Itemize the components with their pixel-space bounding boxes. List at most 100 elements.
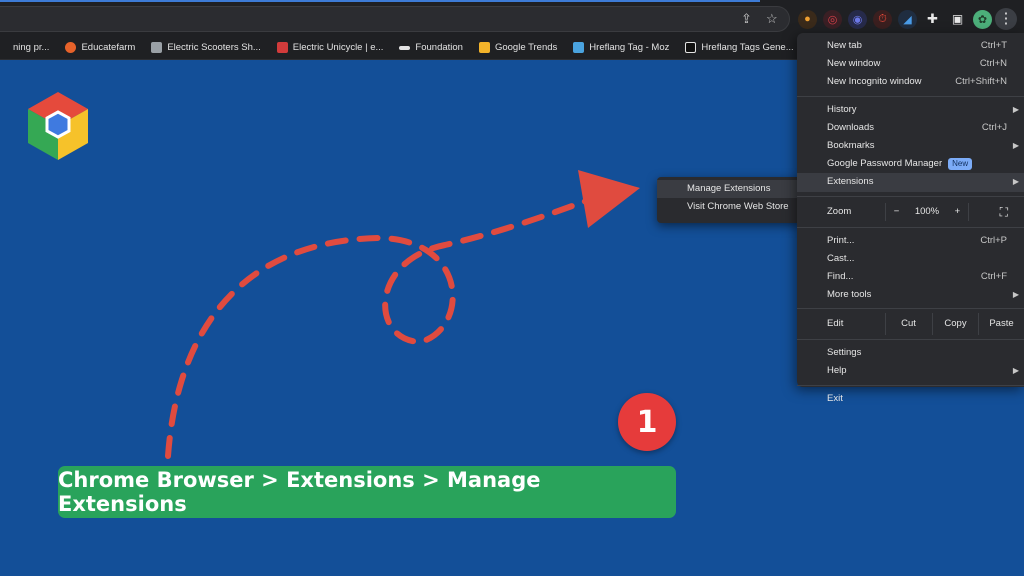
extensions-toolbar: ● ◎ ◉ ⏱ ◢ ✚ ▣ ✿ [798,8,992,30]
menu-item-label: Find... [827,270,854,282]
chevron-right-icon: ▶ [1012,177,1019,187]
menu-item-label: Settings [827,347,862,359]
menu-item-edit: Edit Cut Copy Paste [797,313,1024,336]
menu-item-password-manager[interactable]: Google Password Manager New [797,155,1024,173]
browser-toolbar: ⇪ ☆ ● ◎ ◉ ⏱ ◢ ✚ ▣ ✿ ⋮ [0,0,1024,36]
visit-web-store-item[interactable]: Visit Chrome Web Store [657,198,803,216]
bookmark-label: Foundation [415,42,463,53]
menu-divider [797,339,1024,341]
bookmark-item[interactable]: Educatefarm [57,42,143,53]
chrome-main-menu: New tab Ctrl+T New window Ctrl+N New Incog… [797,33,1024,404]
shortcut-label: Ctrl+J [981,121,1007,133]
sidepanel-icon[interactable]: ▣ [948,10,967,29]
menu-item-new-incognito[interactable]: New Incognito window Ctrl+Shift+N [797,73,1024,91]
cut-button[interactable]: Cut [885,313,931,336]
bookmark-favicon-icon [65,42,77,53]
menu-item-extensions[interactable]: Extensions ▶ [797,173,1024,192]
menu-item-cast[interactable]: Cast... [797,250,1024,268]
manage-extensions-item[interactable]: Manage Extensions [657,180,803,198]
menu-item-more-tools[interactable]: More tools ▶ [797,286,1024,304]
shortcut-label: Ctrl+T [980,40,1007,51]
menu-item-history[interactable]: History ▶ [797,101,1024,119]
bookmark-favicon-icon [276,42,288,53]
menu-divider [797,384,1024,386]
bookmark-item[interactable]: Google Trends [471,42,565,53]
chevron-right-icon: ▶ [1012,140,1019,150]
bookmark-star-icon[interactable]: ☆ [766,11,778,27]
chevron-right-icon: ▶ [1012,290,1019,300]
target-icon[interactable]: ◎ [823,9,842,29]
user-icon[interactable]: ● [798,9,817,29]
zoom-out-button[interactable]: − [894,203,900,221]
bookmark-label: Electric Unicycle | e... [292,42,384,53]
menu-item-find[interactable]: Find... Ctrl+F [797,268,1024,286]
arrowhead-icon [578,170,640,228]
bookmark-favicon-icon [573,42,585,53]
shortcut-label: Ctrl+Shift+N [955,76,1007,88]
profile-avatar-icon[interactable]: ✿ [973,9,992,29]
step-number-badge: 1 [618,393,676,451]
menu-item-label: Edit [827,318,844,330]
bookmark-item[interactable]: Electric Scooters Sh... [143,42,268,53]
menu-item-print[interactable]: Print... Ctrl+P [797,232,1024,250]
shortcut-label: Ctrl+N [979,58,1007,70]
tab-strip-accent [0,0,760,2]
fullscreen-icon[interactable]: ⛶ [1000,201,1008,223]
chart-icon[interactable]: ◢ [898,9,917,29]
chrome-extension-logo-icon [28,92,88,160]
menu-item-exit[interactable]: Exit [797,390,1024,408]
menu-item-settings[interactable]: Settings [797,344,1024,362]
menu-item-bookmarks[interactable]: Bookmarks ▶ [797,137,1024,155]
menu-item-label: Bookmarks [827,139,875,151]
menu-divider [797,95,1024,97]
address-bar[interactable]: ⇪ ☆ [0,6,790,32]
menu-divider [797,195,1024,197]
ring-icon[interactable]: ◉ [848,9,867,29]
paste-button[interactable]: Paste [978,313,1024,336]
bookmark-favicon-icon [151,42,163,53]
menu-item-label: New window [827,58,881,70]
bookmark-label: Hreflang Tag - Moz [589,42,670,53]
menu-item-help[interactable]: Help ▶ [797,362,1024,380]
menu-item-label: New Incognito window [827,76,922,88]
menu-item-label: History [827,103,857,115]
chrome-menu-button[interactable]: ⋮ [995,8,1017,30]
menu-item-label: Zoom [827,205,852,217]
shortcut-label: Ctrl+P [980,234,1007,246]
bookmark-favicon-icon [478,42,490,53]
bookmark-label: ning pr... [13,42,50,53]
bookmark-item[interactable]: Foundation [391,42,471,53]
menu-item-downloads[interactable]: Downloads Ctrl+J [797,119,1024,137]
menu-item-label: Print... [827,234,855,246]
puzzle-icon[interactable]: ✚ [923,10,942,29]
zoom-level: 100% [914,205,940,217]
menu-item-new-window[interactable]: New window Ctrl+N [797,55,1024,73]
menu-item-label: Exit [827,392,843,404]
bookmark-favicon-icon [399,45,411,50]
timer-icon[interactable]: ⏱ [873,9,892,29]
bookmark-label: Electric Scooters Sh... [167,42,261,53]
menu-item-label: Cast... [827,252,855,264]
bookmark-label: Google Trends [494,42,558,53]
menu-divider [797,226,1024,228]
bookmark-label: Hreflang Tags Gene... [701,42,794,53]
menu-item-label: More tools [827,289,872,301]
extensions-submenu: Manage Extensions Visit Chrome Web Store [657,177,803,223]
chevron-right-icon: ▶ [1012,366,1019,376]
copy-button[interactable]: Copy [932,313,978,336]
menu-item-label: Google Password Manager [827,158,943,170]
bookmark-item[interactable]: ning pr... [0,42,57,53]
menu-divider [797,308,1024,310]
bookmark-favicon-icon [685,42,697,53]
menu-item-zoom: Zoom − 100% + ⛶ [797,201,1024,223]
bookmark-item[interactable]: Hreflang Tag - Moz [565,42,677,53]
menu-item-new-tab[interactable]: New tab Ctrl+T [797,37,1024,55]
zoom-in-button[interactable]: + [955,203,961,221]
chevron-right-icon: ▶ [1012,104,1019,114]
bookmark-item[interactable]: Hreflang Tags Gene... [677,42,801,53]
menu-item-label: New tab [827,40,862,51]
menu-item-label: Downloads [827,121,874,133]
bookmark-item[interactable]: Electric Unicycle | e... [269,42,392,53]
menu-item-label: Help [827,365,847,377]
share-icon[interactable]: ⇪ [741,11,752,27]
